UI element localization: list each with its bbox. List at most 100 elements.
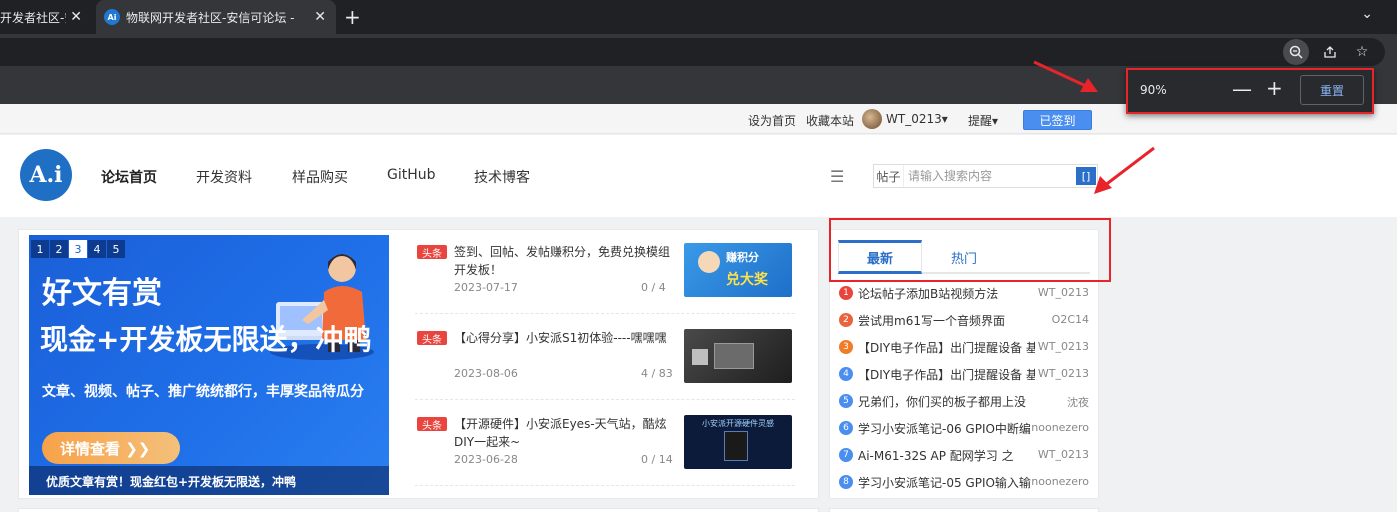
news-thumbnail[interactable] [684,329,792,383]
list-item[interactable]: 4 【DIY电子作品】出门提醒设备 基 WT_0213 [839,363,1094,385]
news-date: 2023-07-17 [454,281,518,294]
next-card [18,508,819,512]
caret-down-icon: ▾ [992,114,999,128]
pager-dot[interactable]: 2 [50,240,68,258]
rank-badge: 8 [839,475,853,489]
banner-subtitle: 文章、视频、帖子、推广统统都行，丰厚奖品待瓜分 [42,384,364,400]
list-item[interactable]: 1 论坛帖子添加B站视频方法 WT_0213 [839,282,1094,304]
browser-tab-bar: 开发者社区-安 ✕ Ai 物联网开发者社区-安信可论坛 - ✕ + ⌄ [0,0,1397,34]
news-date: 2023-08-06 [454,367,518,380]
list-menu-icon[interactable]: ☰ [830,167,844,186]
post-author[interactable]: WT_0213 [1038,448,1089,461]
tab-search-chevron-icon[interactable]: ⌄ [1361,6,1373,22]
news-title[interactable]: 【开源硬件】小安派Eyes-天气站，酷炫DIY一起来~ [454,415,680,451]
post-author[interactable]: O2C14 [1052,313,1089,326]
list-item[interactable]: 2 尝试用m61写一个音频界面 O2C14 [839,309,1094,331]
search-button[interactable]: [] [1076,167,1096,185]
post-title[interactable]: 【DIY电子作品】出门提醒设备 基 [858,366,1035,383]
post-author[interactable]: WT_0213 [1038,286,1089,299]
post-title[interactable]: 【DIY电子作品】出门提醒设备 基 [858,339,1035,356]
news-item[interactable]: 头条 【开源硬件】小安派Eyes-天气站，酷炫DIY一起来~ 2023-06-2… [415,407,795,493]
post-title[interactable]: 尝试用m61写一个音频界面 [858,312,1035,329]
news-stats: 4 / 83 [641,367,673,380]
list-item[interactable]: 5 兄弟们，你们买的板子都用上没 沈夜 [839,390,1094,412]
post-title[interactable]: 兄弟们，你们买的板子都用上没 [858,393,1035,410]
next-side-card [829,508,1099,512]
rank-badge: 3 [839,340,853,354]
close-tab-icon[interactable]: ✕ [314,9,326,25]
bookmark-site-link[interactable]: 收藏本站 [806,112,854,129]
news-thumbnail[interactable]: 小安派开源硬件灵感 [684,415,792,469]
remind-label: 提醒 [968,114,993,128]
zoom-icon[interactable] [1283,39,1309,65]
post-author[interactable]: 沈夜 [1067,394,1089,410]
zoom-reset-button[interactable]: 重置 [1300,75,1364,105]
site-header: A.i 论坛首页 开发资料 样品购买 GitHub 技术博客 ☰ 帖子 [] [0,135,1397,217]
zoom-in-button[interactable]: + [1266,76,1283,100]
nav-github[interactable]: GitHub [387,167,436,183]
pager-dot[interactable]: 4 [88,240,106,258]
banner-headline: 现金+开发板无限送，冲鸭 [40,323,372,356]
banner-caption[interactable]: 优质文章有赏！现金红包+开发板无限送，冲鸭 [46,473,296,490]
nav-dev-docs[interactable]: 开发资料 [196,167,252,187]
list-item[interactable]: 6 学习小安派笔记-06 GPIO中断编 noonezero [839,417,1094,439]
post-author[interactable]: noonezero [1031,421,1089,434]
news-title[interactable]: 【心得分享】小安派S1初体验----嘿嘿嘿 [454,329,680,347]
post-author[interactable]: WT_0213 [1038,340,1089,353]
browser-tab-active[interactable]: Ai 物联网开发者社区-安信可论坛 - ✕ [96,0,336,34]
list-item[interactable]: 3 【DIY电子作品】出门提醒设备 基 WT_0213 [839,336,1094,358]
thumb-text: 小安派开源硬件灵感 [702,419,774,428]
pager-dot[interactable]: 5 [107,240,125,258]
post-title[interactable]: 论坛帖子添加B站视频方法 [858,285,1035,302]
news-thumbnail[interactable]: 赚积分 兑大奖 [684,243,792,297]
headline-tag: 头条 [417,331,447,346]
nav-tech-blog[interactable]: 技术博客 [474,167,530,187]
search-box: 帖子 [] [873,164,1098,188]
pager-dot[interactable]: 1 [31,240,49,258]
username-label: WT_0213 [886,112,942,126]
zoom-popup: 90% — + 重置 [1126,68,1374,114]
username-menu[interactable]: WT_0213▾ [886,112,948,126]
site-favicon-icon: Ai [104,9,120,25]
news-item[interactable]: 头条 【心得分享】小安派S1初体验----嘿嘿嘿 2023-08-06 4 / … [415,321,795,407]
signed-in-button[interactable]: 已签到 [1023,110,1092,130]
rank-badge: 1 [839,286,853,300]
news-item[interactable]: 头条 签到、回帖、发帖赚积分，免费兑换模组开发板！ 2023-07-17 0 /… [415,235,795,321]
divider [415,399,795,400]
list-item[interactable]: 7 Ai-M61-32S AP 配网学习 之 WT_0213 [839,444,1094,466]
search-input[interactable] [908,168,1068,184]
post-author[interactable]: noonezero [1031,475,1089,488]
nav-sample-purchase[interactable]: 样品购买 [292,167,348,187]
thumb-board-icon [714,343,754,369]
post-title[interactable]: Ai-M61-32S AP 配网学习 之 [858,447,1035,464]
close-tab-icon[interactable]: ✕ [70,9,82,25]
divider [415,485,795,486]
news-title[interactable]: 签到、回帖、发帖赚积分，免费兑换模组开发板！ [454,243,680,279]
bookmark-star-icon[interactable]: ☆ [1348,40,1376,64]
avatar[interactable] [862,109,882,129]
remind-menu[interactable]: 提醒▾ [968,112,998,129]
rank-badge: 2 [839,313,853,327]
set-home-link[interactable]: 设为首页 [748,112,796,129]
post-title[interactable]: 学习小安派笔记-05 GPIO输入输 [858,474,1035,491]
zoom-out-button[interactable]: — [1232,77,1252,101]
share-icon[interactable] [1316,40,1344,64]
list-item[interactable]: 8 学习小安派笔记-05 GPIO输入输 noonezero [839,471,1094,493]
news-stats: 0 / 14 [641,453,673,466]
headline-tag: 头条 [417,245,447,260]
omnibox[interactable] [0,38,1385,66]
banner-details-button[interactable]: 详情查看 ❯❯ [42,432,180,464]
annotation-highlight-box [829,218,1111,282]
browser-tab-inactive[interactable]: 开发者社区-安 ✕ [0,0,92,34]
banner-pager: 1 2 3 4 5 [31,240,125,258]
thumb-device-icon [724,431,748,461]
nav-forum-home[interactable]: 论坛首页 [101,167,157,187]
new-tab-button[interactable]: + [344,5,361,29]
caret-down-icon: ▾ [941,112,948,126]
rank-badge: 4 [839,367,853,381]
site-logo[interactable]: A.i [20,149,72,201]
search-type-select[interactable]: 帖子 [874,165,904,187]
post-title[interactable]: 学习小安派笔记-06 GPIO中断编 [858,420,1035,437]
post-author[interactable]: WT_0213 [1038,367,1089,380]
pager-dot-current[interactable]: 3 [69,240,87,258]
